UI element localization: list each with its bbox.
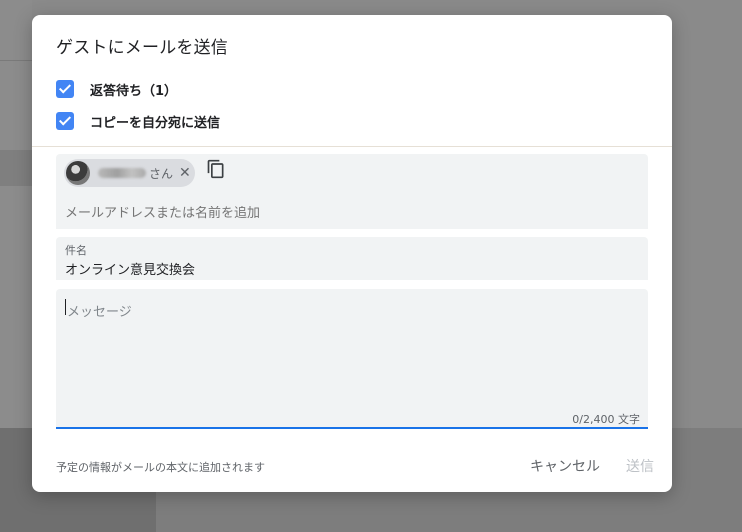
message-placeholder: メッセージ [67, 305, 132, 320]
background-panel-right [672, 0, 742, 428]
message-field[interactable]: メッセージ 0/2,400 文字 [56, 289, 648, 429]
option-send-copy-to-self[interactable]: コピーを自分宛に送信 [56, 110, 220, 132]
guests-field[interactable]: さん ✕ [56, 154, 648, 229]
divider [32, 146, 672, 147]
subject-field[interactable]: 件名 オンライン意見交換会 [56, 237, 648, 280]
add-guest-input[interactable] [65, 206, 625, 221]
character-counter: 0/2,400 文字 [572, 413, 640, 426]
guest-chip-name: さん [98, 165, 173, 182]
text-caret [65, 299, 66, 315]
send-copy-checkbox[interactable] [56, 112, 74, 130]
close-icon[interactable]: ✕ [179, 166, 191, 180]
send-button[interactable]: 送信 [620, 452, 660, 480]
footer-note: 予定の情報がメールの本文に追加されます [56, 461, 265, 474]
copy-icon[interactable] [206, 159, 226, 179]
background-divider [0, 60, 32, 61]
subject-value[interactable]: オンライン意見交換会 [65, 259, 195, 278]
background-row [0, 150, 32, 186]
awaiting-reply-checkbox[interactable] [56, 80, 74, 98]
option-awaiting-reply[interactable]: 返答待ち（1） [56, 78, 177, 100]
cancel-button[interactable]: キャンセル [522, 452, 608, 480]
guest-chip-suffix: さん [149, 166, 174, 181]
send-copy-label: コピーを自分宛に送信 [90, 115, 221, 131]
avatar [66, 161, 90, 185]
subject-label: 件名 [65, 244, 87, 257]
redacted-name [98, 168, 146, 178]
dialog-title: ゲストにメールを送信 [56, 38, 228, 58]
email-guests-dialog: ゲストにメールを送信 返答待ち（1） コピーを自分宛に送信 さん ✕ 件名 オン… [32, 15, 672, 492]
guest-chip[interactable]: さん ✕ [64, 159, 195, 187]
awaiting-reply-label: 返答待ち（1） [90, 83, 178, 99]
